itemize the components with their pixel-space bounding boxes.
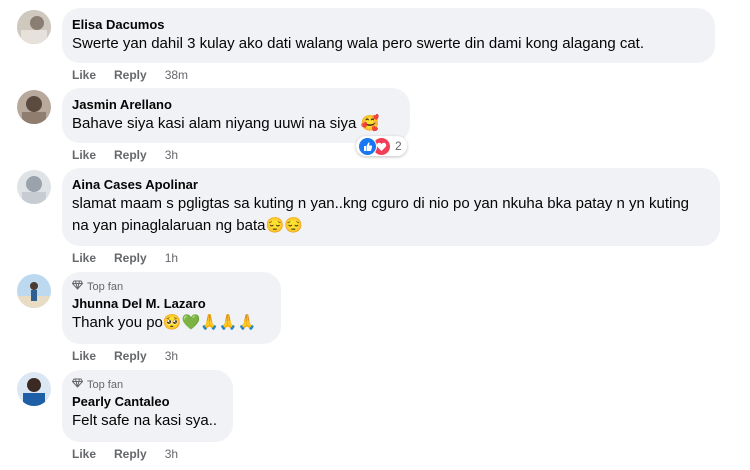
reply-button[interactable]: Reply <box>114 348 147 364</box>
like-button[interactable]: Like <box>72 147 96 163</box>
avatar[interactable] <box>17 274 51 308</box>
timestamp[interactable]: 38m <box>165 67 188 83</box>
like-button[interactable]: Like <box>72 348 96 364</box>
comment-author[interactable]: Jhunna Del M. Lazaro <box>72 295 269 312</box>
comment-author[interactable]: Pearly Cantaleo <box>72 393 221 410</box>
top-fan-label: Top fan <box>87 379 124 391</box>
comment-bubble: Top fan Pearly Cantaleo Felt safe na kas… <box>62 370 233 442</box>
comment-text: Felt safe na kasi sya.. <box>72 412 218 429</box>
like-button[interactable]: Like <box>72 446 96 462</box>
comment-text: slamat maam s pgligtas sa kuting n yan..… <box>72 195 690 234</box>
comment-bubble: Aina Cases Apolinar slamat maam s pgligt… <box>62 168 720 246</box>
comment-author[interactable]: Aina Cases Apolinar <box>72 176 708 193</box>
timestamp[interactable]: 3h <box>165 348 178 364</box>
reply-button[interactable]: Reply <box>114 446 147 462</box>
comment-actions: Like Reply 3h <box>72 446 178 462</box>
diamond-icon <box>71 378 84 392</box>
comment-actions: Like Reply 38m <box>72 67 188 83</box>
avatar[interactable] <box>17 170 51 204</box>
diamond-icon <box>71 280 84 294</box>
comment-bubble: Jasmin Arellano Bahave siya kasi alam ni… <box>62 88 410 143</box>
reply-button[interactable]: Reply <box>114 67 147 83</box>
comment-author[interactable]: Elisa Dacumos <box>72 16 703 33</box>
comment-actions: Like Reply 3h <box>72 147 178 163</box>
reaction-count: 2 <box>395 139 402 153</box>
top-fan-badge[interactable]: Top fan <box>71 280 269 294</box>
reaction-summary[interactable]: 2 <box>356 136 407 156</box>
comment-author[interactable]: Jasmin Arellano <box>72 96 398 113</box>
avatar[interactable] <box>17 10 51 44</box>
reply-button[interactable]: Reply <box>114 147 147 163</box>
like-button[interactable]: Like <box>72 67 96 83</box>
top-fan-badge[interactable]: Top fan <box>71 378 221 392</box>
reply-button[interactable]: Reply <box>114 250 147 266</box>
avatar[interactable] <box>17 90 51 124</box>
comment-bubble: Top fan Jhunna Del M. Lazaro Thank you p… <box>62 272 281 344</box>
top-fan-label: Top fan <box>87 281 124 293</box>
timestamp[interactable]: 3h <box>165 147 178 163</box>
comment-bubble: Elisa Dacumos Swerte yan dahil 3 kulay a… <box>62 8 715 63</box>
like-icon <box>358 136 377 156</box>
comment-actions: Like Reply 3h <box>72 348 178 364</box>
timestamp[interactable]: 1h <box>165 250 178 266</box>
comment-actions: Like Reply 1h <box>72 250 178 266</box>
comment-text: Thank you po🥺💚🙏🙏🙏 <box>72 314 257 331</box>
comment-text: Swerte yan dahil 3 kulay ako dati walang… <box>72 35 645 52</box>
comment-text: Bahave siya kasi alam niyang uuwi na siy… <box>72 115 380 132</box>
timestamp[interactable]: 3h <box>165 446 178 462</box>
avatar[interactable] <box>17 372 51 406</box>
like-button[interactable]: Like <box>72 250 96 266</box>
